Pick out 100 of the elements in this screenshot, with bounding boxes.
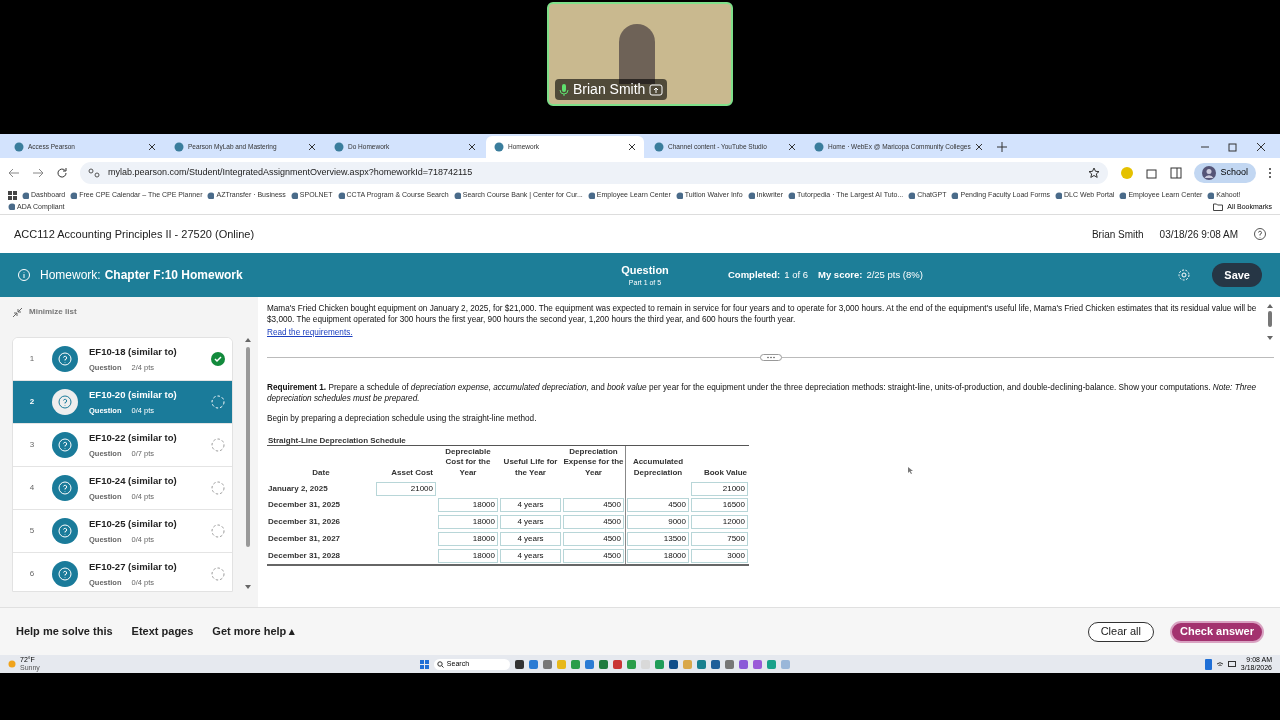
site-icon <box>174 142 184 152</box>
restore-icon[interactable] <box>1228 142 1238 152</box>
site-icon <box>814 142 824 152</box>
answer-field[interactable]: 4 years <box>500 548 561 563</box>
column-header: Date <box>312 467 330 479</box>
apps-icon[interactable] <box>8 190 17 200</box>
help-link[interactable]: Etext pages <box>131 623 194 640</box>
problem-text: Mama's Fried Chicken bought equipment on January 2, 2025, for $21,000. The equipment was expected to remain in service for four years and to operate for 3,000 hours. At the end of the equipment's useful life, Mama's Fried Chicken estimates that its residual value will be $3,000. The equipment operated for 300 hours the first year, 900 hours the second year, 1,200 hours the third year, and 600 hours the fourth year. <box>267 303 1258 325</box>
homework-label: Homework: <box>40 267 101 284</box>
answer-field[interactable]: 12000 <box>691 515 748 530</box>
site-icon <box>207 191 215 199</box>
site-icon <box>587 191 595 199</box>
answer-field[interactable]: 18000 <box>438 548 498 563</box>
requirements-link[interactable]: Read the requirements. <box>267 327 1258 340</box>
forward-arrow-icon[interactable] <box>32 168 44 178</box>
info-icon <box>18 269 30 281</box>
answer-field[interactable]: 4 years <box>500 515 561 530</box>
close-icon[interactable] <box>628 143 636 151</box>
star-icon[interactable] <box>1088 167 1101 179</box>
site-icon <box>1207 191 1215 199</box>
site-icon <box>951 191 959 199</box>
question-number: 6 <box>28 568 36 580</box>
battery-icon[interactable] <box>1227 661 1237 667</box>
answer-field[interactable]: 4500 <box>563 515 624 530</box>
question-badge-icon <box>51 474 79 502</box>
answer-field[interactable]: 21000 <box>376 481 436 496</box>
wifi-icon[interactable] <box>1215 660 1224 668</box>
answer-field[interactable]: 7500 <box>691 532 748 547</box>
save-button[interactable]: Save <box>1212 263 1262 287</box>
answer-field[interactable]: 18000 <box>438 532 498 547</box>
question-title: EF10-24 (similar to) <box>89 474 178 489</box>
drag-handle-icon[interactable] <box>759 353 782 361</box>
date-time: 03/18/26 9:08 AM <box>1159 227 1238 242</box>
answer-field[interactable]: 9000 <box>627 515 689 530</box>
help-icon[interactable] <box>1254 228 1266 240</box>
answer-field[interactable]: 4500 <box>627 498 689 513</box>
plus-icon[interactable] <box>996 142 1007 152</box>
site-icon <box>14 142 24 152</box>
close-icon[interactable] <box>1256 142 1266 152</box>
column-header: Accumulated Depreciation <box>631 457 685 479</box>
homework-title: Chapter F:10 Homework <box>104 267 243 284</box>
answer-field[interactable]: 16500 <box>691 498 748 513</box>
question-badge-icon <box>51 431 79 459</box>
help-link[interactable]: Get more help ▴ <box>212 623 296 640</box>
answer-field[interactable]: 4500 <box>563 532 624 547</box>
column-header: Asset Cost <box>391 467 433 479</box>
site-icon <box>1119 191 1127 199</box>
participant-name: Brian Smith <box>573 80 646 99</box>
check-answer-button[interactable]: Check answer <box>1170 620 1264 643</box>
reload-icon[interactable] <box>56 167 68 179</box>
address-bar[interactable]: mylab.pearson.com/Student/IntegratedAssignmentOverview.aspx?homeworkId=718742115 <box>80 162 1109 184</box>
answer-field[interactable]: 18000 <box>438 498 498 513</box>
clear-all-button[interactable]: Clear all <box>1087 621 1154 642</box>
close-icon[interactable] <box>148 143 156 151</box>
question-number: 3 <box>28 439 36 451</box>
answer-field[interactable]: 4500 <box>563 548 624 563</box>
site-icon <box>70 191 78 199</box>
scrollbar-icon <box>1266 303 1274 341</box>
sidebar-icon[interactable] <box>1170 167 1183 179</box>
help-link[interactable]: Help me solve this <box>16 623 113 640</box>
date-cell: December 31, 2028 <box>268 549 341 562</box>
answer-field[interactable]: 3000 <box>691 548 748 563</box>
site-icon <box>654 142 664 152</box>
question-badge-icon <box>51 517 79 545</box>
site-icon <box>290 191 298 199</box>
question-number: 5 <box>28 525 36 537</box>
site-icon <box>337 191 345 199</box>
score-label: My score: <box>818 267 863 282</box>
question-title: EF10-25 (similar to) <box>89 517 178 532</box>
answer-field[interactable]: 4 years <box>500 498 561 513</box>
windows-icon[interactable] <box>419 659 429 669</box>
close-icon[interactable] <box>468 143 476 151</box>
close-icon[interactable] <box>974 143 983 151</box>
settings-icon[interactable] <box>1178 269 1191 281</box>
close-icon[interactable] <box>308 143 316 151</box>
profile-button[interactable]: School <box>1194 163 1256 183</box>
question-label: Question <box>621 262 669 278</box>
date-cell: December 31, 2027 <box>268 533 341 546</box>
answer-field[interactable]: 21000 <box>691 481 748 496</box>
answer-field[interactable]: 4 years <box>500 532 561 547</box>
more-icon[interactable] <box>1268 167 1272 179</box>
avatar-icon <box>1202 166 1217 180</box>
column-header: Depreciable Cost for the Year <box>444 446 492 479</box>
question-title: EF10-20 (similar to) <box>89 388 178 403</box>
user-name: Brian Smith <box>1091 227 1144 242</box>
question-badge-icon <box>51 388 79 416</box>
instruction-text: Begin by preparing a depreciation schedule using the straight-line method. <box>267 413 538 425</box>
answer-field[interactable]: 18000 <box>438 515 498 530</box>
answer-field[interactable]: 18000 <box>627 548 689 563</box>
back-arrow-icon[interactable] <box>8 168 20 178</box>
answer-field[interactable]: 4500 <box>563 498 624 513</box>
microphone-icon <box>559 82 569 97</box>
search-icon <box>436 660 444 668</box>
answer-field[interactable]: 13500 <box>627 532 689 547</box>
question-badge-icon <box>51 345 79 373</box>
question-number: 2 <box>28 396 36 408</box>
date-cell: December 31, 2025 <box>268 499 341 512</box>
close-icon[interactable] <box>788 143 796 151</box>
microphone-icon[interactable] <box>1204 658 1212 670</box>
minimize-list-button[interactable]: Minimize list <box>12 305 258 319</box>
